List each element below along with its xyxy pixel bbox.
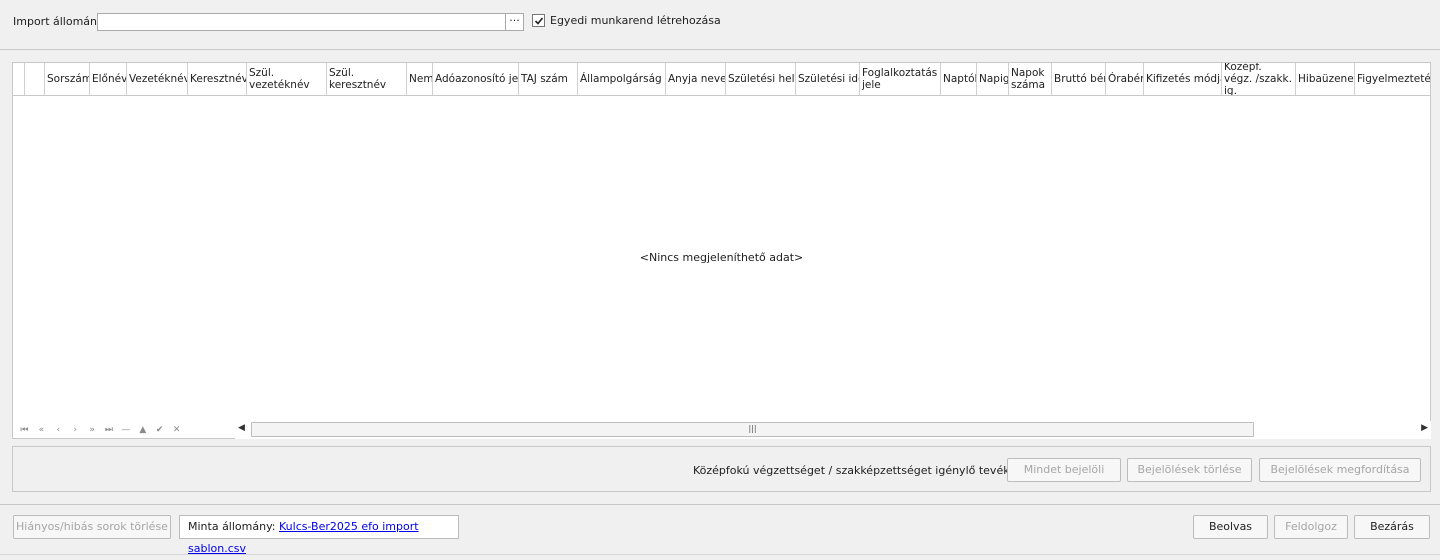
- edit-record-icon[interactable]: ▲: [134, 422, 151, 438]
- column-header[interactable]: Órabér: [1106, 63, 1144, 95]
- delete-record-icon[interactable]: —: [117, 422, 134, 438]
- column-header[interactable]: Figyelmeztetés: [1355, 63, 1430, 95]
- sample-file-box: Minta állomány: Kulcs-Ber2025 efo import…: [179, 515, 459, 555]
- indicator-column: [13, 63, 25, 95]
- last-record-icon[interactable]: ⏭: [101, 422, 118, 438]
- education-activity-label: Középfokú végzettséget / szakképzettsége…: [693, 464, 1049, 477]
- invert-selection-button[interactable]: Bejelölések megfordítása: [1259, 458, 1421, 482]
- custom-schedule-checkbox[interactable]: [532, 14, 545, 27]
- next-record-icon[interactable]: ›: [67, 422, 84, 438]
- column-header[interactable]: Sorszám: [45, 63, 90, 95]
- close-button[interactable]: Bezárás: [1354, 515, 1430, 539]
- column-header[interactable]: Hibaüzenet: [1296, 63, 1355, 95]
- empty-grid-message: <Nincs megjeleníthető adat>: [639, 251, 804, 264]
- column-header[interactable]: Foglalkoztatás jele: [860, 63, 941, 95]
- horizontal-scrollbar[interactable]: ◀ ||| ▶: [235, 421, 1431, 439]
- select-all-button[interactable]: Mindet bejelöli: [1007, 458, 1121, 482]
- clear-selection-button[interactable]: Bejelölések törlése: [1127, 458, 1252, 482]
- browse-button[interactable]: ···: [506, 13, 524, 31]
- cancel-record-icon[interactable]: ✕: [168, 422, 185, 438]
- scroll-thumb[interactable]: |||: [251, 422, 1254, 437]
- read-button[interactable]: Beolvas: [1193, 515, 1268, 539]
- column-header[interactable]: Születési idő: [796, 63, 860, 95]
- column-header[interactable]: Napig: [977, 63, 1009, 95]
- check-column[interactable]: [25, 63, 45, 95]
- column-header[interactable]: Adóazonosító jel: [433, 63, 519, 95]
- next-page-icon[interactable]: »: [84, 422, 101, 438]
- custom-schedule-label[interactable]: Egyedi munkarend létrehozása: [550, 14, 721, 28]
- first-record-icon[interactable]: ⏮: [16, 422, 33, 438]
- previous-page-icon[interactable]: «: [33, 422, 50, 438]
- post-record-icon[interactable]: ✔: [151, 422, 168, 438]
- process-button[interactable]: Feldolgoz: [1274, 515, 1348, 539]
- import-data-grid[interactable]: Sorszám Előnév Vezetéknév Keresztnév Szü…: [12, 62, 1431, 439]
- column-header[interactable]: Középf. végz. /szakk. ig.: [1222, 63, 1296, 95]
- column-header[interactable]: Kifizetés módja: [1144, 63, 1222, 95]
- footer-divider: [0, 554, 1440, 555]
- scroll-left-icon[interactable]: ◀: [238, 423, 245, 433]
- sample-file-label: Minta állomány:: [188, 520, 276, 533]
- column-header[interactable]: Előnév: [90, 63, 127, 95]
- previous-record-icon[interactable]: ‹: [50, 422, 67, 438]
- import-file-input[interactable]: [97, 13, 506, 31]
- grid-header: Sorszám Előnév Vezetéknév Keresztnév Szü…: [13, 63, 1430, 96]
- delete-invalid-rows-button[interactable]: Hiányos/hibás sorok törlése: [13, 515, 171, 539]
- import-toolbar: Import állomány ··· Egyedi munkarend lét…: [0, 0, 1440, 50]
- column-header[interactable]: Napok száma: [1009, 63, 1052, 95]
- column-header[interactable]: Állampolgárság: [578, 63, 666, 95]
- column-header[interactable]: Szül. keresztnév: [327, 63, 407, 95]
- column-header[interactable]: Születési hely: [726, 63, 796, 95]
- scroll-right-icon[interactable]: ▶: [1421, 423, 1428, 433]
- column-header[interactable]: TAJ szám: [519, 63, 578, 95]
- record-navigator: ⏮ « ‹ › » ⏭ — ▲ ✔ ✕: [13, 421, 185, 439]
- column-header[interactable]: Vezetéknév: [127, 63, 188, 95]
- education-activity-panel: Középfokú végzettséget / szakképzettsége…: [12, 446, 1431, 492]
- column-header[interactable]: Bruttó bér: [1052, 63, 1106, 95]
- import-file-label: Import állomány: [13, 15, 104, 28]
- column-header[interactable]: Keresztnév: [188, 63, 247, 95]
- column-header[interactable]: Naptól: [941, 63, 977, 95]
- column-header[interactable]: Anyja neve: [666, 63, 726, 95]
- checkmark-icon: [534, 17, 544, 25]
- column-header[interactable]: Szül. vezetéknév: [247, 63, 327, 95]
- column-header[interactable]: Nem: [407, 63, 433, 95]
- footer-bar: Hiányos/hibás sorok törlése Minta állomá…: [0, 504, 1440, 560]
